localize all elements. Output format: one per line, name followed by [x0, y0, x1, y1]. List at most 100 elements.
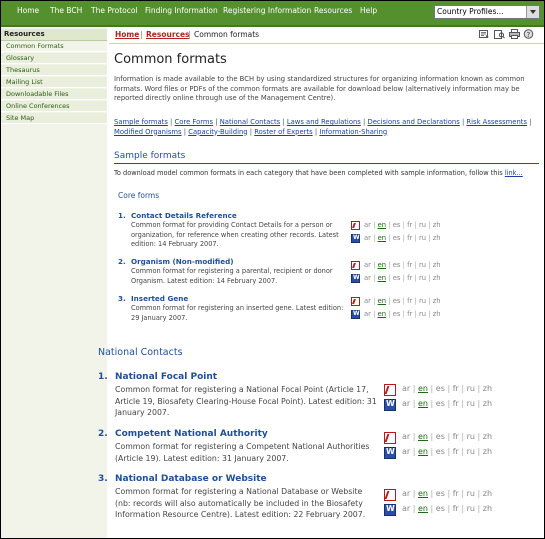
lang-en-link[interactable]: en: [418, 384, 428, 393]
pdf-icon[interactable]: [351, 221, 360, 230]
lang-zh: zh: [482, 504, 493, 513]
item-number: 2.: [98, 429, 108, 439]
lang-es: es: [435, 447, 445, 456]
country-profiles-value: Country Profiles...: [437, 7, 504, 16]
lang-fr: fr: [407, 297, 413, 305]
item-number: 3.: [98, 474, 108, 484]
lang-ru: ru: [418, 221, 427, 229]
lang-ar: ar: [402, 504, 411, 513]
nav-resources[interactable]: Resources: [314, 6, 352, 15]
sample-formats-link[interactable]: link...: [505, 169, 523, 177]
lang-en-link[interactable]: en: [418, 399, 428, 408]
print-preview-icon[interactable]: [494, 29, 505, 39]
sidebar-item-downloadable-files[interactable]: Downloadable Files: [1, 89, 107, 100]
pdf-language-links: ar | en | es | fr | ru | zh: [402, 432, 493, 441]
lang-en-link[interactable]: en: [418, 432, 428, 441]
word-doc-icon[interactable]: [351, 310, 360, 319]
lang-ar: ar: [402, 399, 411, 408]
quicklink-laws-and-regulations[interactable]: Laws and Regulations: [287, 118, 361, 126]
lang-en-link[interactable]: en: [418, 447, 428, 456]
quicklink-sample-formats[interactable]: Sample formats: [114, 118, 168, 126]
item-description: Common format for registering an inserte…: [131, 304, 344, 322]
lang-en-link[interactable]: en: [418, 489, 428, 498]
nav-the-bch[interactable]: The BCH: [50, 6, 82, 15]
nav-help[interactable]: Help: [360, 6, 377, 15]
lang-fr: fr: [407, 274, 413, 282]
lang-fr: fr: [407, 310, 413, 318]
word-doc-icon[interactable]: [384, 399, 396, 411]
lang-zh: zh: [432, 310, 441, 318]
lang-es: es: [392, 274, 401, 282]
lang-es: es: [435, 504, 445, 513]
lang-ar: ar: [364, 297, 371, 305]
lang-es: es: [392, 310, 401, 318]
country-profiles-select[interactable]: Country Profiles...: [434, 5, 540, 19]
lang-fr: fr: [407, 221, 413, 229]
lang-ru: ru: [418, 274, 427, 282]
lang-en-link[interactable]: en: [378, 310, 387, 318]
word-doc-icon[interactable]: [384, 447, 396, 459]
word-doc-icon[interactable]: [351, 274, 360, 283]
quicklink-decisions-and-declarations[interactable]: Decisions and Declarations: [367, 118, 459, 126]
lang-ar: ar: [364, 310, 371, 318]
lang-es: es: [392, 297, 401, 305]
pdf-icon[interactable]: [384, 432, 396, 444]
nav-home[interactable]: Home: [17, 6, 39, 15]
lang-ru: ru: [418, 261, 427, 269]
sidebar-item-common-formats[interactable]: Common Formats: [1, 41, 107, 52]
lang-es: es: [392, 234, 401, 242]
sidebar-item-mailing-list[interactable]: Mailing List: [1, 77, 107, 88]
nav-registering-information[interactable]: Registering Information: [223, 6, 311, 15]
pdf-icon[interactable]: [384, 384, 396, 396]
item-title-contact-details[interactable]: Contact Details Reference: [131, 211, 237, 220]
quicklink-modified-organisms[interactable]: Modified Organisms: [114, 128, 182, 136]
lang-en-link[interactable]: en: [378, 274, 387, 282]
item-title-competent-national-authority[interactable]: Competent National Authority: [115, 429, 268, 439]
pdf-icon[interactable]: [351, 297, 360, 306]
nav-the-protocol[interactable]: The Protocol: [91, 6, 138, 15]
breadcrumb-resources[interactable]: Resources: [146, 30, 190, 39]
item-title-national-focal-point[interactable]: National Focal Point: [115, 372, 217, 382]
email-page-icon[interactable]: [479, 29, 490, 39]
lang-en-link[interactable]: en: [418, 504, 428, 513]
quicklink-risk-assessments[interactable]: Risk Assessments: [466, 118, 527, 126]
sidebar-item-glossary[interactable]: Glossary: [1, 53, 107, 64]
quicklink-core-forms[interactable]: Core Forms: [175, 118, 214, 126]
lang-ar: ar: [402, 447, 411, 456]
item-title-organism[interactable]: Organism (Non-modified): [131, 257, 234, 266]
lang-ar: ar: [402, 432, 411, 441]
word-doc-icon[interactable]: [384, 504, 396, 516]
quicklink-national-contacts[interactable]: National Contacts: [220, 118, 280, 126]
chevron-down-icon[interactable]: [526, 6, 539, 18]
lang-en-link[interactable]: en: [378, 221, 387, 229]
quicklink-information-sharing[interactable]: Information-Sharing: [319, 128, 387, 136]
item-title-inserted-gene[interactable]: Inserted Gene: [131, 294, 188, 303]
item-description: Common format for registering a National…: [115, 487, 366, 519]
lang-ar: ar: [364, 261, 371, 269]
lang-en-link[interactable]: en: [378, 297, 387, 305]
word-language-links: ar | en | es | fr | ru | zh: [364, 310, 441, 318]
item-title-national-database[interactable]: National Database or Website: [115, 474, 267, 484]
help-icon[interactable]: ?: [523, 29, 534, 39]
lang-fr: fr: [452, 447, 459, 456]
lang-en-link[interactable]: en: [378, 234, 387, 242]
sidebar-item-thesaurus[interactable]: Thesaurus: [1, 65, 107, 76]
breadcrumb-home[interactable]: Home: [115, 30, 139, 39]
main-content: Home | Resources | Common formats ? Comm…: [98, 27, 544, 538]
breadcrumb-separator: |: [140, 30, 143, 39]
quicklink-roster-of-experts[interactable]: Roster of Experts: [254, 128, 312, 136]
sidebar-item-site-map[interactable]: Site Map: [1, 113, 107, 124]
lang-zh: zh: [432, 221, 441, 229]
breadcrumb: Home | Resources | Common formats ?: [109, 27, 544, 44]
nav-finding-information[interactable]: Finding Information: [145, 6, 218, 15]
lang-ar: ar: [402, 489, 411, 498]
sidebar-item-online-conferences[interactable]: Online Conferences: [1, 101, 107, 112]
quicklink-capacity-building[interactable]: Capacity-Building: [188, 128, 247, 136]
word-doc-icon[interactable]: [351, 234, 360, 243]
core-forms-heading: Core forms: [118, 191, 160, 200]
pdf-icon[interactable]: [384, 489, 396, 501]
svg-text:?: ?: [527, 31, 531, 39]
pdf-icon[interactable]: [351, 261, 360, 270]
lang-en-link[interactable]: en: [378, 261, 387, 269]
print-icon[interactable]: [509, 29, 520, 39]
